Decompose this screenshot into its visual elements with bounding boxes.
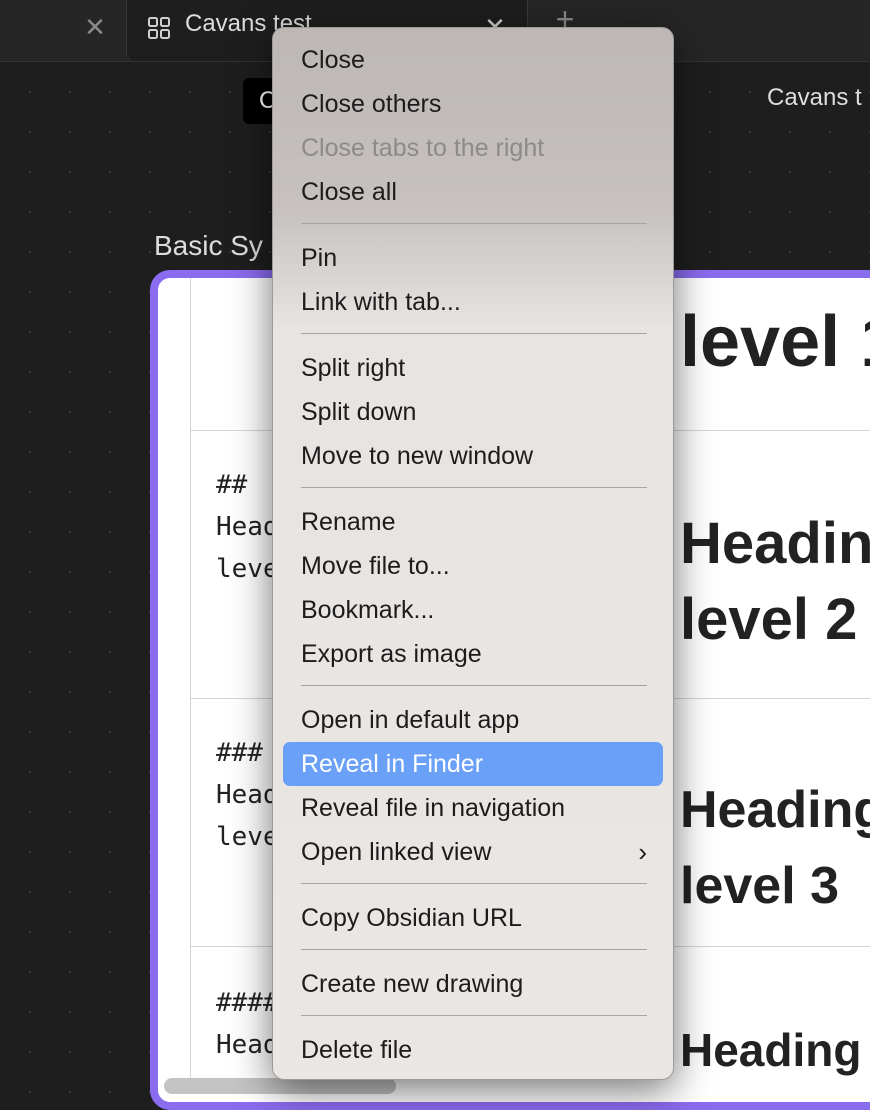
menu-item-move-file-to[interactable]: Move file to... <box>283 544 663 588</box>
markdown-cell: ### Head leve <box>216 738 279 852</box>
close-icon[interactable]: ✕ <box>82 12 108 42</box>
canvas-grid-icon <box>148 17 170 39</box>
menu-separator <box>301 487 647 488</box>
menu-separator <box>301 949 647 950</box>
menu-separator <box>301 223 647 224</box>
menu-item-label: Open linked view <box>301 838 492 866</box>
menu-item-copy-obsidian-url[interactable]: Copy Obsidian URL <box>283 896 663 940</box>
menu-item-move-to-new-window[interactable]: Move to new window <box>283 434 663 478</box>
menu-item-pin[interactable]: Pin <box>283 236 663 280</box>
markdown-cell: ## Head leve <box>216 470 279 584</box>
horizontal-scrollbar[interactable] <box>164 1078 396 1094</box>
menu-separator <box>301 685 647 686</box>
menu-item-delete-file[interactable]: Delete file <box>283 1028 663 1072</box>
menu-item-close-all[interactable]: Close all <box>283 170 663 214</box>
table-border <box>190 278 191 1078</box>
menu-item-create-new-drawing[interactable]: Create new drawing <box>283 962 663 1006</box>
menu-item-split-down[interactable]: Split down <box>283 390 663 434</box>
menu-item-reveal-in-finder[interactable]: Reveal in Finder <box>283 742 663 786</box>
menu-separator <box>301 883 647 884</box>
menu-item-open-in-default-app[interactable]: Open in default app <box>283 698 663 742</box>
chevron-right-icon: › <box>638 837 647 867</box>
rendered-heading-3: Heading level 3 <box>680 781 870 915</box>
menu-item-link-with-tab[interactable]: Link with tab... <box>283 280 663 324</box>
menu-item-close-others[interactable]: Close others <box>283 82 663 126</box>
menu-item-close-tabs-right: Close tabs to the right <box>301 134 545 162</box>
rendered-heading-4: Heading <box>680 1024 862 1076</box>
menu-item-open-linked-view[interactable]: Open linked view › <box>283 830 663 874</box>
canvas-node-label[interactable]: Basic Sy <box>154 230 263 262</box>
view-header-title[interactable]: Cavans t <box>767 84 862 112</box>
menu-item-rename[interactable]: Rename <box>283 500 663 544</box>
menu-item-close[interactable]: Close <box>283 38 663 82</box>
menu-separator <box>301 333 647 334</box>
menu-item-reveal-file-in-navigation[interactable]: Reveal file in navigation <box>283 786 663 830</box>
rendered-heading-1: level 1 <box>680 302 870 382</box>
context-menu: Close Close others Close tabs to the rig… <box>272 27 674 1080</box>
rendered-heading-2: Heading level 2 <box>680 511 870 652</box>
markdown-cell: #### Head <box>216 988 279 1060</box>
menu-separator <box>301 1015 647 1016</box>
menu-item-export-as-image[interactable]: Export as image <box>283 632 663 676</box>
menu-item-bookmark[interactable]: Bookmark... <box>283 588 663 632</box>
menu-item-split-right[interactable]: Split right <box>283 346 663 390</box>
